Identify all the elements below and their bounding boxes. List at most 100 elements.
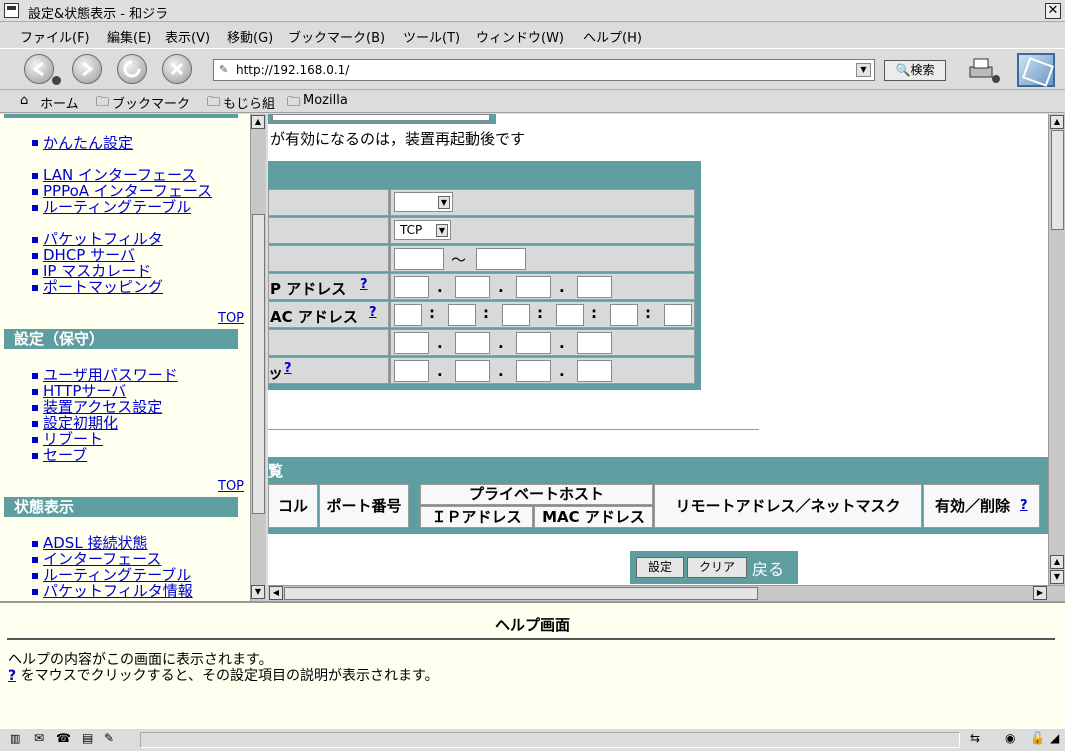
mac-octet-1[interactable]: [394, 304, 422, 326]
menu-file[interactable]: ファイル(F): [20, 27, 90, 46]
clear-button[interactable]: クリア: [687, 557, 747, 578]
link-top[interactable]: TOP: [218, 479, 244, 494]
composer-icon[interactable]: ▤: [82, 731, 93, 745]
bullet-icon: [32, 557, 38, 563]
mac-octet-3[interactable]: [502, 304, 530, 326]
link-easy-setup[interactable]: かんたん設定: [43, 135, 133, 151]
reload-button[interactable]: [117, 54, 147, 84]
link-reboot[interactable]: リブート: [43, 431, 103, 447]
resize-grip-icon[interactable]: ◢: [1050, 731, 1059, 745]
chat-icon[interactable]: ☎: [56, 731, 71, 745]
stop-button[interactable]: [162, 54, 192, 84]
scroll-down-icon[interactable]: ▼: [251, 585, 265, 599]
scroll-thumb[interactable]: [252, 214, 265, 514]
mask-octet-2[interactable]: [455, 360, 490, 382]
forward-button[interactable]: [72, 54, 102, 84]
link-port-mapping[interactable]: ポートマッピング: [43, 279, 163, 295]
port-end-input[interactable]: [476, 248, 526, 270]
menu-edit[interactable]: 編集(E): [107, 27, 151, 46]
link-lan-interface[interactable]: LAN インターフェース: [43, 167, 196, 183]
scroll-down-icon[interactable]: ▼: [1050, 570, 1064, 584]
title-bar: 設定&状態表示 - 和ジラ ✕: [0, 0, 1065, 22]
address-bar[interactable]: ✎ http://192.168.0.1/ ▼: [213, 59, 875, 81]
window-menu-icon[interactable]: [4, 3, 19, 18]
link-factory-reset[interactable]: 設定初期化: [43, 415, 118, 431]
dot-separator: .: [437, 278, 443, 296]
menu-tools[interactable]: ツール(T): [403, 27, 460, 46]
link-device-access[interactable]: 装置アクセス設定: [43, 399, 162, 415]
remote-octet-2[interactable]: [455, 332, 490, 354]
mask-octet-3[interactable]: [516, 360, 551, 382]
mozilla-folder[interactable]: Mozilla: [303, 93, 348, 108]
mac-octet-6[interactable]: [664, 304, 692, 326]
main-vertical-scrollbar[interactable]: ▲ ▲ ▼: [1048, 114, 1065, 585]
netmask-help-link[interactable]: ?: [284, 361, 292, 376]
set-button[interactable]: 設定: [636, 557, 684, 578]
link-packet-filter-info[interactable]: パケットフィルタ情報: [43, 583, 193, 599]
print-button[interactable]: [966, 55, 1000, 85]
link-interface-status[interactable]: インターフェース: [43, 551, 161, 567]
scroll-thumb[interactable]: [1051, 130, 1064, 230]
mask-octet-4[interactable]: [577, 360, 612, 382]
scroll-up-icon[interactable]: ▲: [1050, 555, 1064, 569]
mac-octet-5[interactable]: [610, 304, 638, 326]
ip-octet-1[interactable]: [394, 276, 429, 298]
search-button[interactable]: 🔍検索: [884, 60, 946, 81]
scroll-thumb[interactable]: [284, 587, 758, 600]
menu-help[interactable]: ヘルプ(H): [583, 27, 642, 46]
top-select-edge[interactable]: [272, 114, 490, 121]
valid-help-link[interactable]: ?: [1020, 498, 1028, 513]
port-start-input[interactable]: [394, 248, 444, 270]
ip-octet-4[interactable]: [577, 276, 612, 298]
back-history-dropdown[interactable]: [52, 76, 61, 85]
mail-icon[interactable]: ✉: [34, 731, 44, 745]
bookmarks-folder[interactable]: ブックマーク: [112, 93, 190, 112]
menu-bookmarks[interactable]: ブックマーク(B): [288, 27, 385, 46]
remote-octet-4[interactable]: [577, 332, 612, 354]
home-bookmark[interactable]: ホーム: [40, 93, 79, 112]
mac-help-link[interactable]: ?: [369, 305, 377, 320]
scroll-left-icon[interactable]: ◀: [269, 586, 283, 600]
ip-help-link[interactable]: ?: [360, 277, 368, 292]
mojira-folder[interactable]: もじら組: [223, 93, 275, 112]
scroll-up-icon[interactable]: ▲: [251, 115, 265, 129]
link-pppoa-interface[interactable]: PPPoA インターフェース: [43, 183, 212, 199]
link-http-server[interactable]: HTTPサーバ: [43, 383, 126, 399]
scroll-up-icon[interactable]: ▲: [1050, 115, 1064, 129]
link-top[interactable]: TOP: [218, 311, 244, 326]
mac-octet-2[interactable]: [448, 304, 476, 326]
address-text[interactable]: http://192.168.0.1/: [236, 63, 349, 77]
remote-octet-1[interactable]: [394, 332, 429, 354]
link-user-password[interactable]: ユーザ用パスワード: [43, 367, 178, 383]
scroll-right-icon[interactable]: ▶: [1033, 586, 1047, 600]
link-adsl-status[interactable]: ADSL 接続状態: [43, 535, 147, 551]
ip-octet-3[interactable]: [516, 276, 551, 298]
back-button[interactable]: [24, 54, 54, 84]
browser-window-icon[interactable]: ▥: [10, 732, 20, 745]
back-link[interactable]: 戻る: [752, 556, 784, 580]
menu-go[interactable]: 移動(G): [227, 27, 273, 46]
remote-octet-3[interactable]: [516, 332, 551, 354]
menu-view[interactable]: 表示(V): [165, 27, 210, 46]
protocol-select[interactable]: TCP ▼: [394, 220, 451, 240]
sidebar-scrollbar[interactable]: ▲ ▼: [250, 114, 266, 601]
address-book-icon[interactable]: ✎: [104, 731, 114, 745]
link-routing-table-status[interactable]: ルーティングテーブル: [43, 567, 191, 583]
online-status-icon[interactable]: ⇆: [970, 731, 980, 745]
magnifier-icon: 🔍: [895, 63, 911, 77]
address-dropdown-button[interactable]: ▼: [856, 63, 871, 77]
link-packet-filter[interactable]: パケットフィルタ: [43, 231, 163, 247]
menu-window[interactable]: ウィンドウ(W): [476, 27, 564, 46]
ip-octet-2[interactable]: [455, 276, 490, 298]
mask-octet-1[interactable]: [394, 360, 429, 382]
col-port: ポート番号: [319, 484, 409, 528]
browser-logo[interactable]: [1017, 53, 1055, 87]
link-ip-masquerade[interactable]: IP マスカレード: [43, 263, 151, 279]
filter-type-select[interactable]: ▼: [394, 192, 453, 212]
close-window-button[interactable]: ✕: [1045, 3, 1061, 19]
link-save[interactable]: セーブ: [43, 447, 87, 463]
main-horizontal-scrollbar[interactable]: ◀ ▶: [268, 585, 1065, 601]
link-routing-table[interactable]: ルーティングテーブル: [43, 199, 191, 215]
link-dhcp-server[interactable]: DHCP サーバ: [43, 247, 135, 263]
mac-octet-4[interactable]: [556, 304, 584, 326]
